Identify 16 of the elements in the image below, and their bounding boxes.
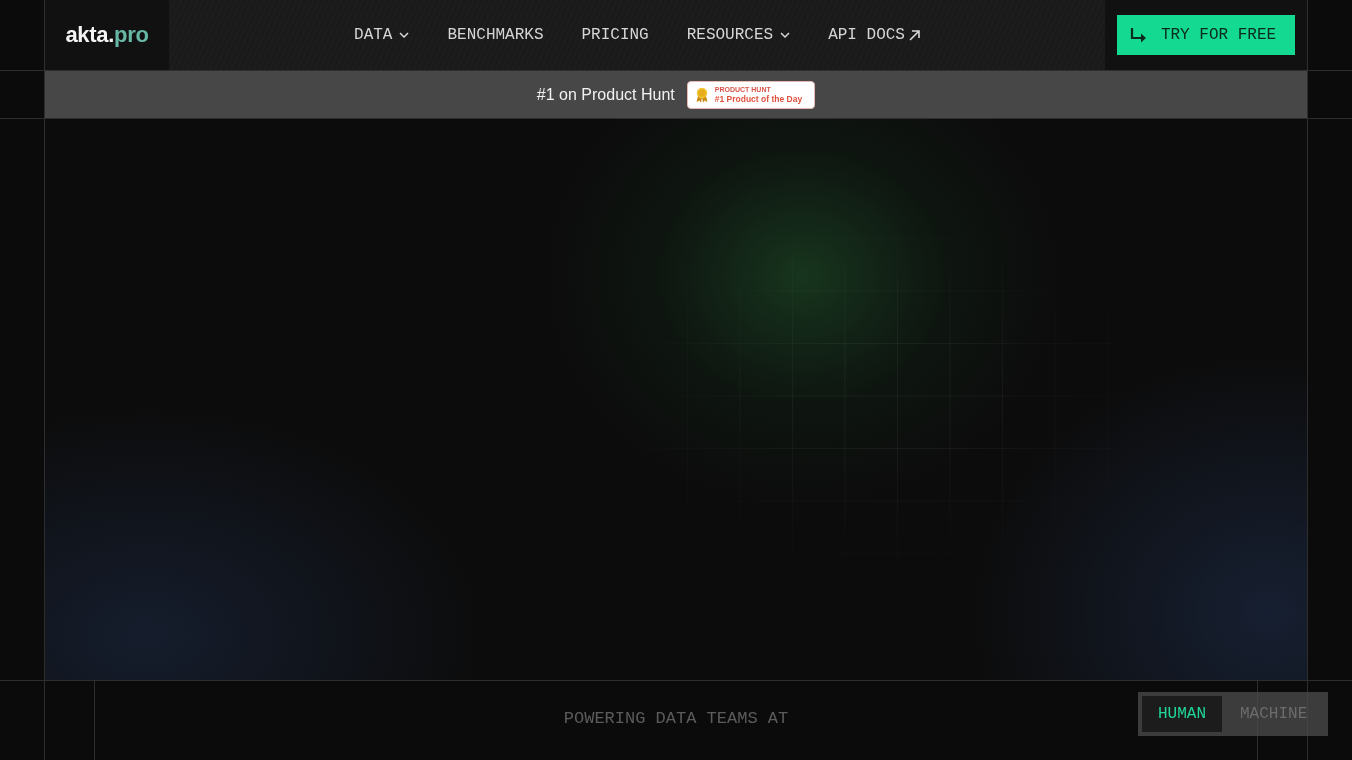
nav-dropdown[interactable]: DATA [354,26,410,44]
nav-link[interactable]: PRICING [581,26,649,44]
chevron-down-icon [399,32,410,38]
corner-down-right-arrow-icon [1129,27,1147,43]
logo[interactable]: akta.pro [65,22,149,48]
nav-link[interactable]: BENCHMARKS [447,26,544,44]
banner-text: #1 on Product Hunt [536,85,675,104]
arrow-up-right-icon [908,29,920,41]
badge-title: #1 Product of the Day [714,93,803,104]
try-for-free-button[interactable]: TRY FOR FREE [1117,15,1295,55]
nav-dropdown[interactable]: RESOURCES [686,26,791,44]
tagline: POWERING DATA TEAMS AT [563,709,789,728]
nav-link[interactable]: API DOCS [828,26,920,44]
chevron-down-icon [780,32,791,38]
mode-option[interactable]: HUMAN [1142,696,1222,732]
medal-icon [694,86,709,103]
